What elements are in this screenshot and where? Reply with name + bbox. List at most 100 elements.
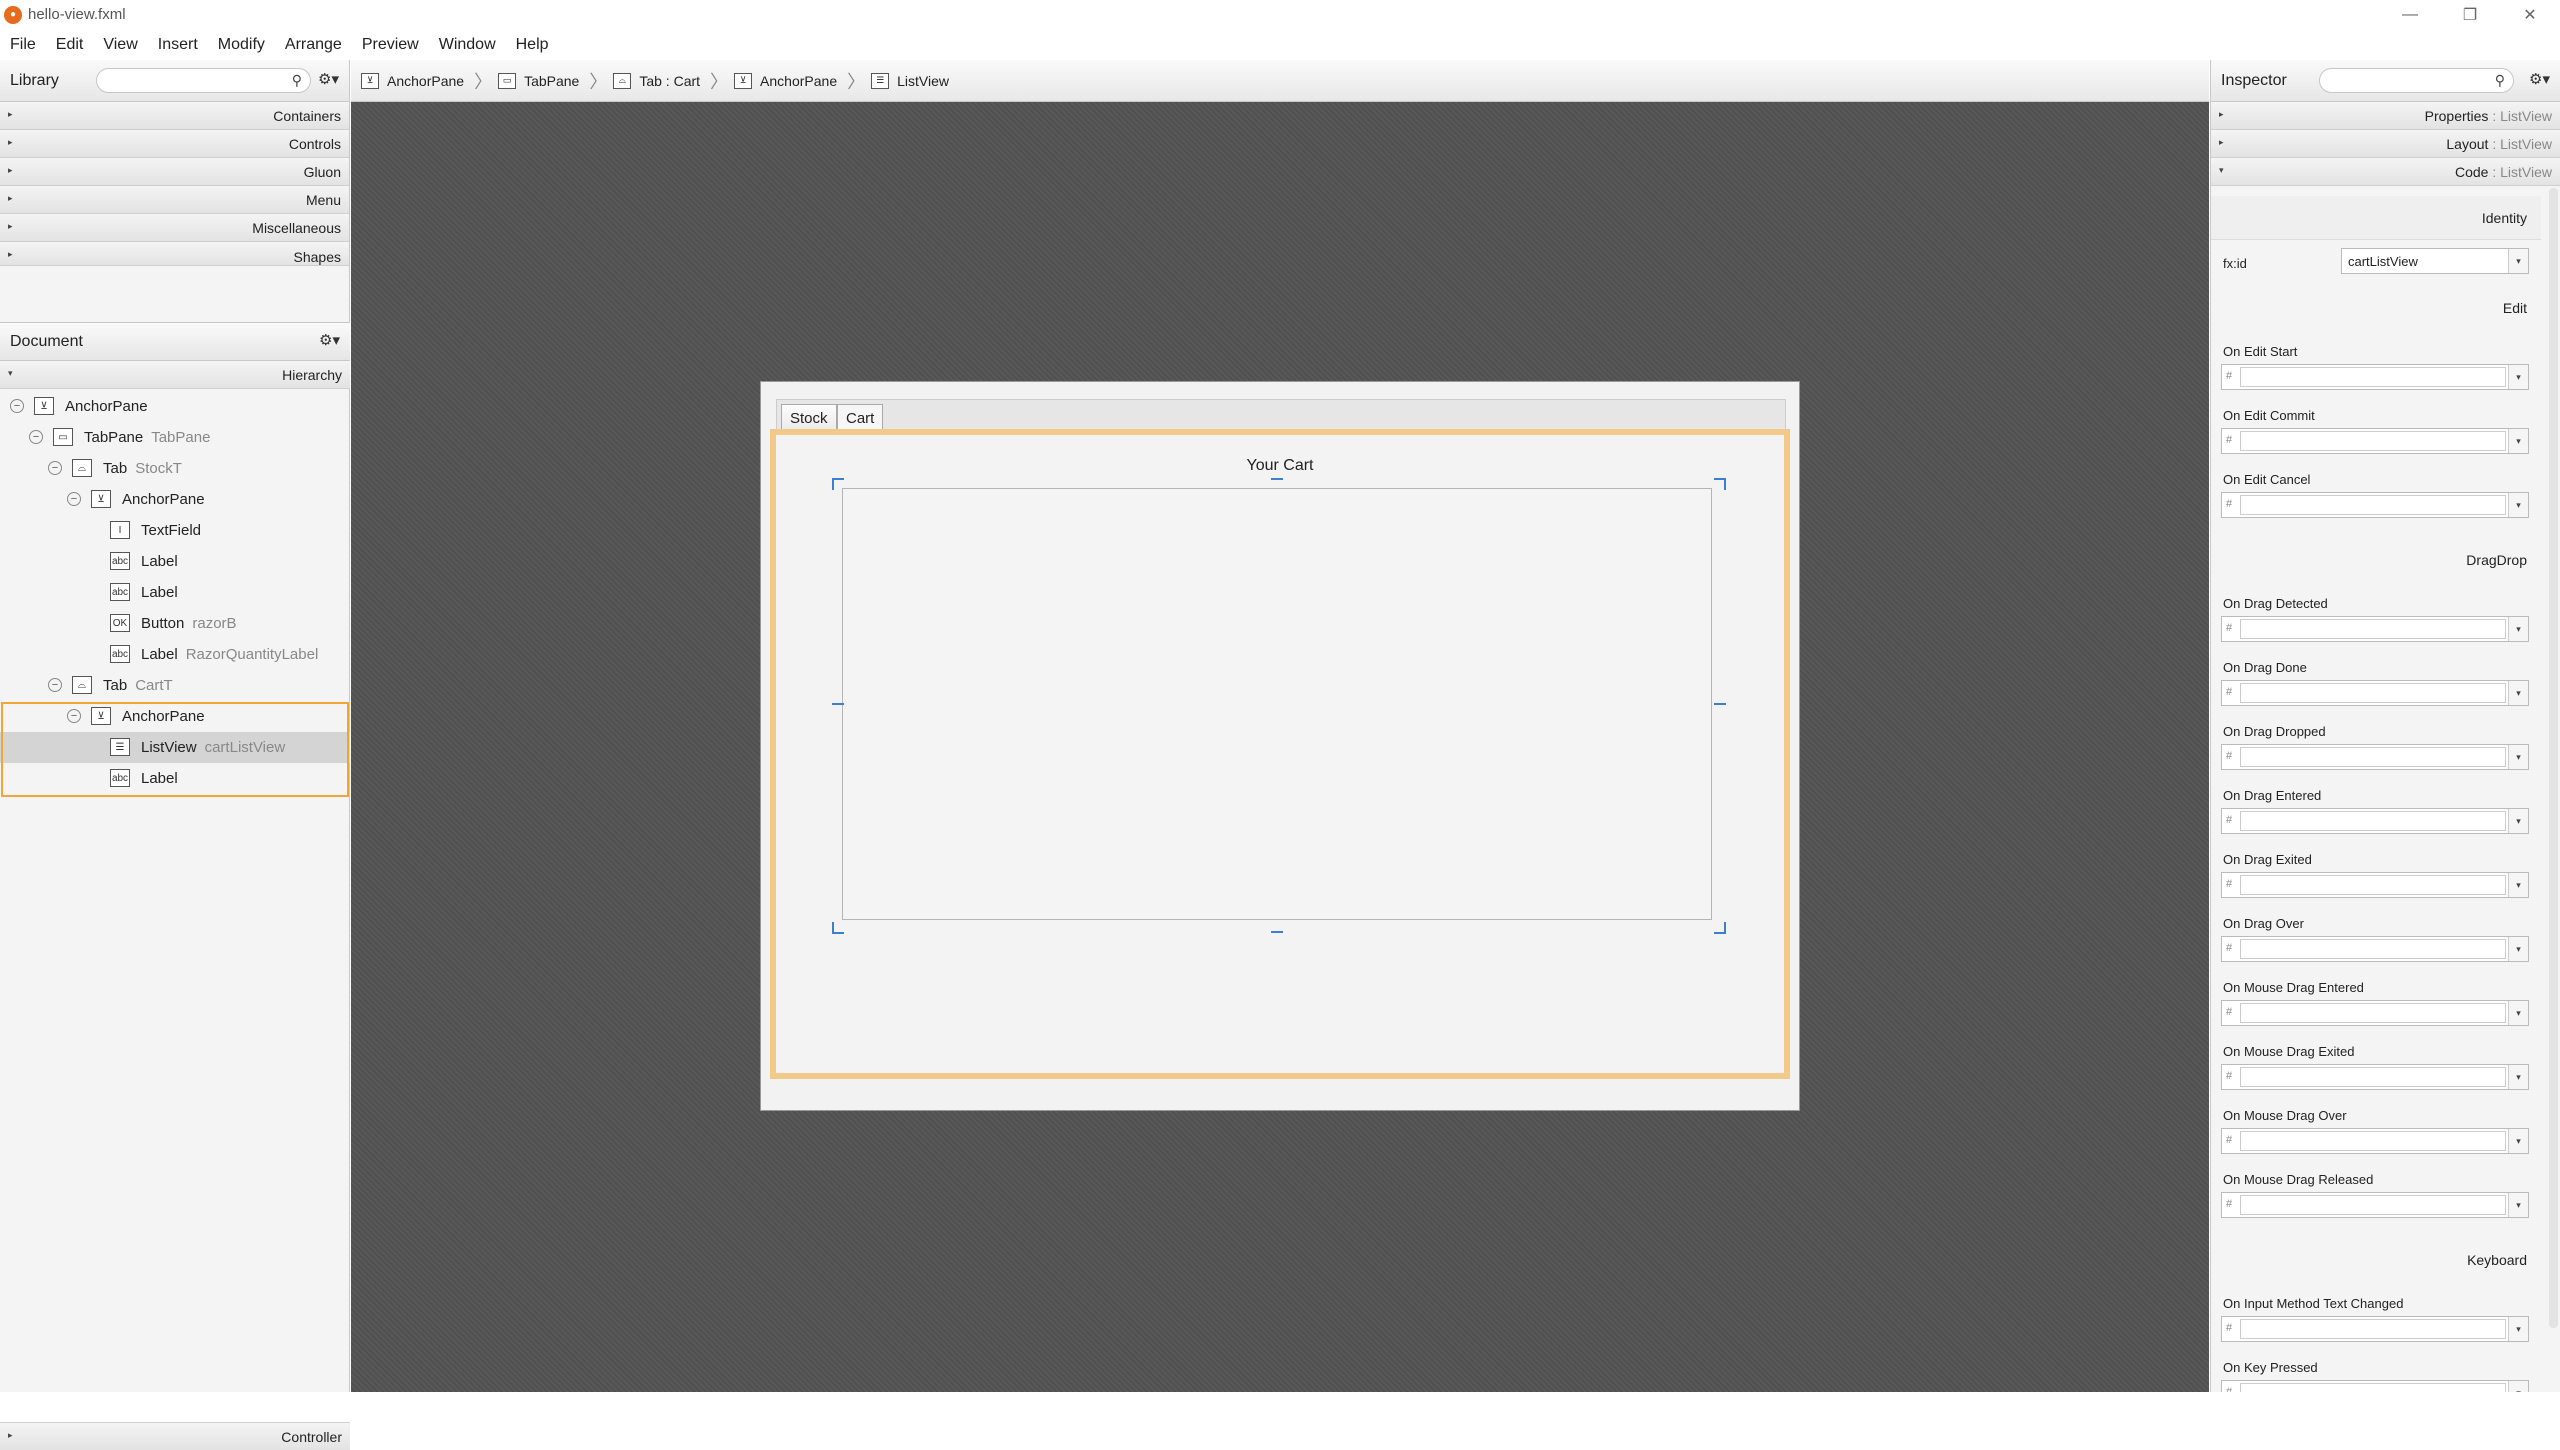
menu-insert[interactable]: Insert [148,36,208,54]
tree-item-tab[interactable]: − ⌓ Tab StockT [0,453,350,484]
resize-handle-left[interactable] [832,703,844,705]
dropdown-arrow-icon[interactable]: ▾ [2508,745,2528,769]
dropdown-arrow-icon[interactable]: ▾ [2508,365,2528,389]
library-section-menu[interactable]: ▸ Menu [0,186,349,214]
breadcrumb-item-anchorpane[interactable]: ⊻ AnchorPane 〉 [734,68,865,94]
inspector-gear-icon[interactable]: ⚙▾ [2529,70,2550,88]
handler-input[interactable] [2240,431,2506,451]
tree-item-anchorpane[interactable]: − ⊻ AnchorPane [0,484,350,515]
controller-section[interactable]: ▸ Controller [0,1422,350,1450]
event-handler-field[interactable]: #▾ [2221,1316,2529,1342]
resize-handle-top-left[interactable] [832,478,844,490]
library-section-shapes[interactable]: ▸ Shapes [0,242,349,266]
dropdown-arrow-icon[interactable]: ▾ [2508,1381,2528,1392]
handler-input[interactable] [2240,1319,2506,1339]
collapse-toggle-icon[interactable]: − [67,492,81,506]
dropdown-arrow-icon[interactable]: ▾ [2508,809,2528,833]
dropdown-arrow-icon[interactable]: ▾ [2508,429,2528,453]
tab-stock[interactable]: Stock [781,404,837,432]
handler-input[interactable] [2240,747,2506,767]
menu-view[interactable]: View [93,36,147,54]
menu-file[interactable]: File [0,36,46,54]
close-button[interactable]: ✕ [2500,0,2560,29]
library-section-miscellaneous[interactable]: ▸ Miscellaneous [0,214,349,242]
dropdown-arrow-icon[interactable]: ▾ [2508,493,2528,517]
event-handler-field[interactable]: #▾ [2221,936,2529,962]
fxid-field[interactable]: cartListView ▾ [2341,248,2529,274]
breadcrumb-item-listview[interactable]: ☰ ListView [871,72,949,89]
inspector-section-layout[interactable]: ▸ Layout : ListView [2211,130,2560,158]
dropdown-arrow-icon[interactable]: ▾ [2508,681,2528,705]
event-handler-field[interactable]: #▾ [2221,616,2529,642]
cart-list-view[interactable] [842,488,1712,920]
event-handler-field[interactable]: #▾ [2221,492,2529,518]
handler-input[interactable] [2240,1067,2506,1087]
breadcrumb-item-tabpane[interactable]: ▭ TabPane 〉 [498,68,607,94]
dropdown-arrow-icon[interactable]: ▾ [2508,1129,2528,1153]
menu-window[interactable]: Window [429,36,506,54]
tree-item-label[interactable]: abc Label RazorQuantityLabel [0,639,350,670]
resize-handle-bottom-right[interactable] [1714,922,1726,934]
event-handler-field[interactable]: #▾ [2221,1380,2529,1392]
tree-item-button[interactable]: OK Button razorB [0,608,350,639]
event-handler-field[interactable]: #▾ [2221,808,2529,834]
menu-help[interactable]: Help [506,36,559,54]
document-gear-icon[interactable]: ⚙▾ [319,331,340,349]
handler-input[interactable] [2240,875,2506,895]
event-handler-field[interactable]: #▾ [2221,1064,2529,1090]
cart-anchor-pane[interactable]: Your Cart [770,429,1790,1079]
handler-input[interactable] [2240,811,2506,831]
dropdown-arrow-icon[interactable]: ▾ [2508,1193,2528,1217]
inspector-section-properties[interactable]: ▸ Properties : ListView [2211,102,2560,130]
tree-item-label[interactable]: abc Label [0,546,350,577]
restore-button[interactable]: ❐ [2440,0,2500,29]
library-section-containers[interactable]: ▸ Containers [0,102,349,130]
tree-item-tab[interactable]: − ⌓ Tab CartT [0,670,350,701]
menu-preview[interactable]: Preview [352,36,429,54]
handler-input[interactable] [2240,1003,2506,1023]
resize-handle-top[interactable] [1271,478,1283,480]
collapse-toggle-icon[interactable]: − [48,461,62,475]
handler-input[interactable] [2240,683,2506,703]
your-cart-label[interactable]: Your Cart [776,457,1784,475]
handler-input[interactable] [2240,1195,2506,1215]
breadcrumb-item-anchorpane[interactable]: ⊻ AnchorPane 〉 [361,68,492,94]
breadcrumb-item-tab-cart[interactable]: ⌓ Tab : Cart 〉 [613,68,728,94]
stage-anchor-pane[interactable]: Stock Cart Your Cart [760,381,1800,1111]
handler-input[interactable] [2240,367,2506,387]
event-handler-field[interactable]: #▾ [2221,872,2529,898]
event-handler-field[interactable]: #▾ [2221,744,2529,770]
resize-handle-bottom[interactable] [1271,931,1283,933]
resize-handle-bottom-left[interactable] [832,922,844,934]
handler-input[interactable] [2240,495,2506,515]
dropdown-arrow-icon[interactable]: ▾ [2508,1001,2528,1025]
hierarchy-section[interactable]: ▾ Hierarchy [0,361,350,389]
event-handler-field[interactable]: #▾ [2221,680,2529,706]
handler-input[interactable] [2240,619,2506,639]
collapse-toggle-icon[interactable]: − [29,430,43,444]
event-handler-field[interactable]: #▾ [2221,364,2529,390]
dropdown-arrow-icon[interactable]: ▾ [2508,1065,2528,1089]
dropdown-arrow-icon[interactable]: ▾ [2508,1317,2528,1341]
dropdown-arrow-icon[interactable]: ▾ [2508,249,2528,273]
design-canvas[interactable]: Stock Cart Your Cart [351,102,2209,1392]
inspector-search-input[interactable]: ⚲ [2319,68,2514,93]
handler-input[interactable] [2240,939,2506,959]
event-handler-field[interactable]: #▾ [2221,1128,2529,1154]
collapse-toggle-icon[interactable]: − [10,399,24,413]
menu-arrange[interactable]: Arrange [275,36,352,54]
event-handler-field[interactable]: #▾ [2221,428,2529,454]
handler-input[interactable] [2240,1131,2506,1151]
tree-item-tabpane[interactable]: − ▭ TabPane TabPane [0,422,350,453]
collapse-toggle-icon[interactable]: − [48,678,62,692]
library-gear-icon[interactable]: ⚙▾ [318,70,339,88]
event-handler-field[interactable]: #▾ [2221,1000,2529,1026]
event-handler-field[interactable]: #▾ [2221,1192,2529,1218]
resize-handle-right[interactable] [1714,703,1726,705]
dropdown-arrow-icon[interactable]: ▾ [2508,617,2528,641]
tree-item-textfield[interactable]: I TextField [0,515,350,546]
library-section-controls[interactable]: ▸ Controls [0,130,349,158]
menu-modify[interactable]: Modify [208,36,275,54]
menu-edit[interactable]: Edit [46,36,94,54]
inspector-scrollbar[interactable] [2549,188,2558,1328]
